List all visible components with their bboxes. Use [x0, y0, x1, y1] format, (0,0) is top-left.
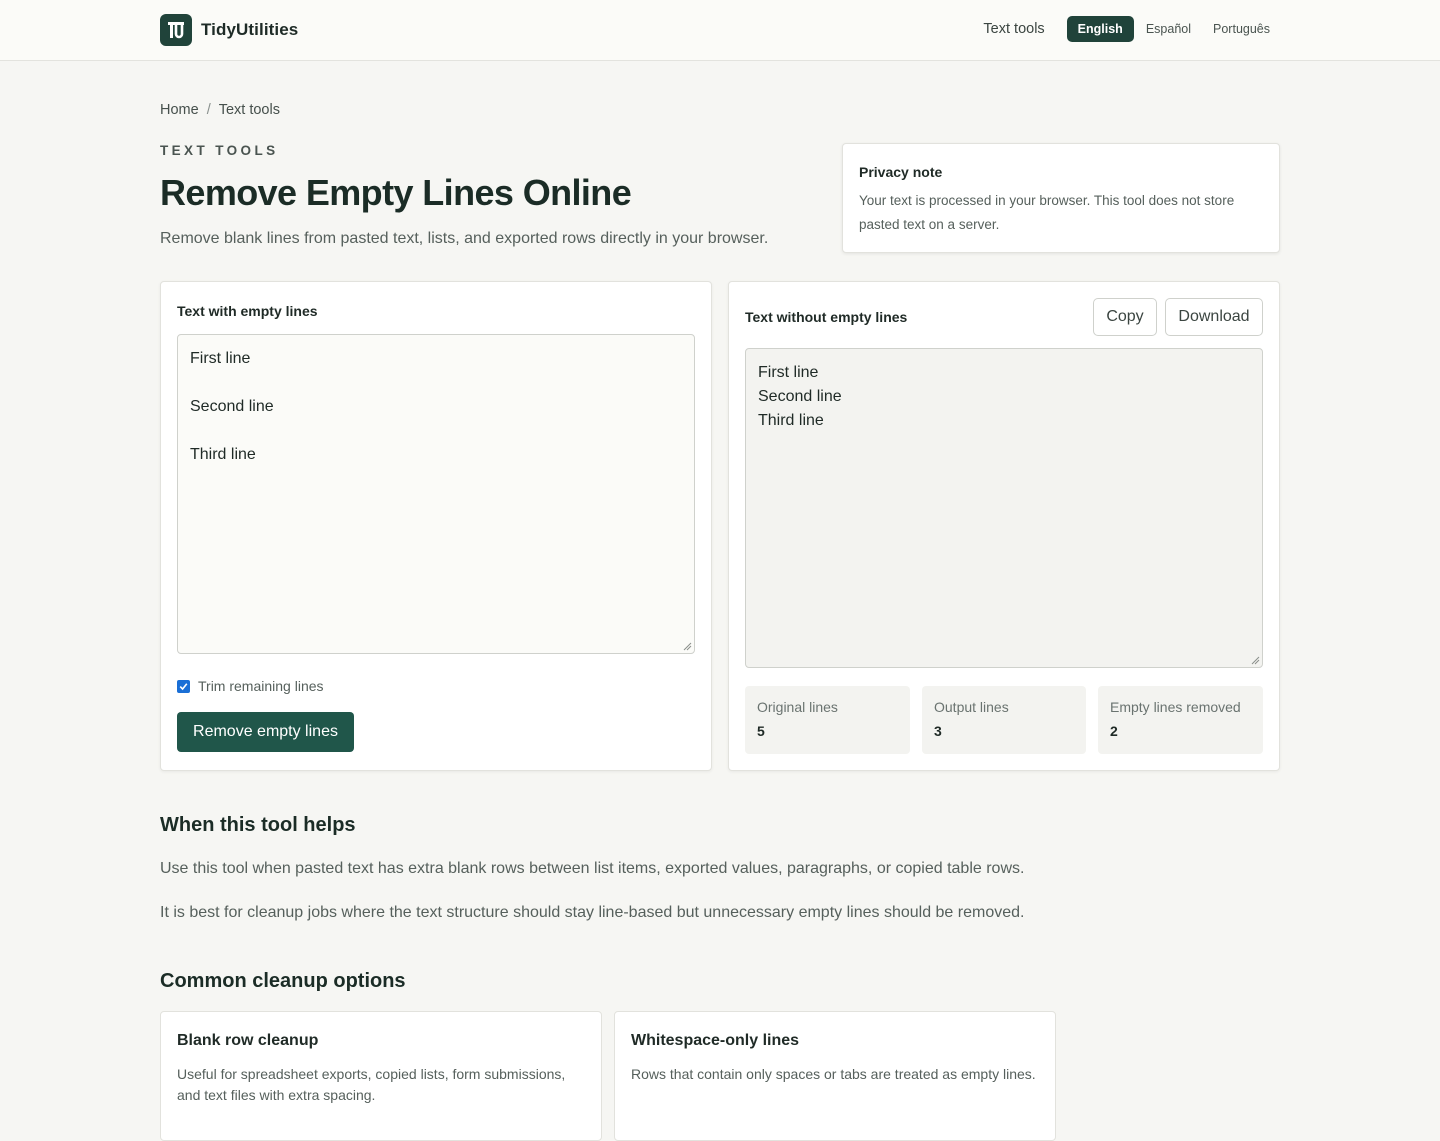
breadcrumb-home[interactable]: Home — [160, 102, 199, 118]
stat-output-lines: Output lines 3 — [922, 686, 1086, 754]
trim-option[interactable]: Trim remaining lines — [177, 678, 324, 694]
input-panel: Text with empty lines First line Second … — [160, 281, 712, 771]
resize-handle-icon[interactable] — [683, 642, 692, 651]
input-line — [190, 419, 682, 443]
nav-text-tools[interactable]: Text tools — [983, 21, 1044, 37]
top-nav: Text tools English Español Português — [983, 16, 1280, 42]
input-line — [190, 371, 682, 395]
input-line: Second line — [190, 398, 274, 415]
trim-label: Trim remaining lines — [198, 678, 324, 694]
checkmark-icon — [179, 682, 188, 690]
trim-checkbox[interactable] — [177, 679, 190, 693]
input-line: Third line — [190, 446, 256, 463]
download-button[interactable]: Download — [1165, 298, 1263, 336]
stat-label: Original lines — [757, 699, 838, 715]
resize-handle-icon[interactable] — [1251, 656, 1260, 665]
brand-link[interactable]: TidyUtilities — [160, 14, 298, 46]
breadcrumb-separator: / — [206, 102, 211, 118]
lang-portugues[interactable]: Português — [1203, 16, 1280, 42]
lang-espanol[interactable]: Español — [1136, 16, 1201, 42]
stat-value: 5 — [757, 723, 765, 739]
input-textarea[interactable]: First line Second line Third line — [177, 334, 695, 654]
logo-icon — [160, 14, 192, 46]
output-line: First line — [758, 364, 819, 381]
helps-paragraph-1: Use this tool when pasted text has extra… — [160, 860, 1025, 877]
remove-empty-lines-button[interactable]: Remove empty lines — [177, 712, 354, 752]
stat-value: 2 — [1110, 723, 1118, 739]
output-line: Third line — [758, 412, 824, 429]
stat-empty-lines-removed: Empty lines removed 2 — [1098, 686, 1263, 754]
brand-name: TidyUtilities — [201, 20, 299, 39]
stat-label: Output lines — [934, 699, 1009, 715]
page-subtitle: Remove blank lines from pasted text, lis… — [160, 230, 769, 247]
stat-value: 3 — [934, 723, 942, 739]
stat-label: Empty lines removed — [1110, 699, 1241, 715]
breadcrumb-current[interactable]: Text tools — [219, 102, 280, 118]
option-card-blank-row: Blank row cleanup Useful for spreadsheet… — [160, 1011, 602, 1141]
page-title: Remove Empty Lines Online — [160, 172, 632, 213]
helps-heading: When this tool helps — [160, 814, 356, 836]
privacy-title: Privacy note — [859, 164, 943, 180]
top-bar: TidyUtilities Text tools English Español… — [0, 0, 1440, 61]
section-eyebrow: TEXT TOOLS — [160, 143, 279, 158]
output-panel: Text without empty lines Copy Download F… — [728, 281, 1280, 771]
breadcrumb: Home / Text tools — [160, 102, 280, 118]
privacy-text: Your text is processed in your browser. … — [859, 193, 1235, 232]
copy-button[interactable]: Copy — [1093, 298, 1157, 336]
option-card-whitespace: Whitespace-only lines Rows that contain … — [614, 1011, 1056, 1141]
card-title: Whitespace-only lines — [631, 1032, 800, 1049]
card-title: Blank row cleanup — [177, 1032, 319, 1049]
input-line: First line — [190, 350, 251, 367]
privacy-note: Privacy note Your text is processed in y… — [842, 143, 1280, 253]
input-label: Text with empty lines — [177, 303, 318, 319]
stat-original-lines: Original lines 5 — [745, 686, 910, 754]
lang-english[interactable]: English — [1066, 16, 1134, 42]
output-textarea[interactable]: First line Second line Third line — [745, 348, 1263, 668]
output-label: Text without empty lines — [745, 309, 908, 325]
output-line: Second line — [758, 388, 842, 405]
helps-paragraph-2: It is best for cleanup jobs where the te… — [160, 904, 1025, 921]
card-text: Rows that contain only spaces or tabs ar… — [631, 1066, 1036, 1082]
options-heading: Common cleanup options — [160, 970, 406, 992]
